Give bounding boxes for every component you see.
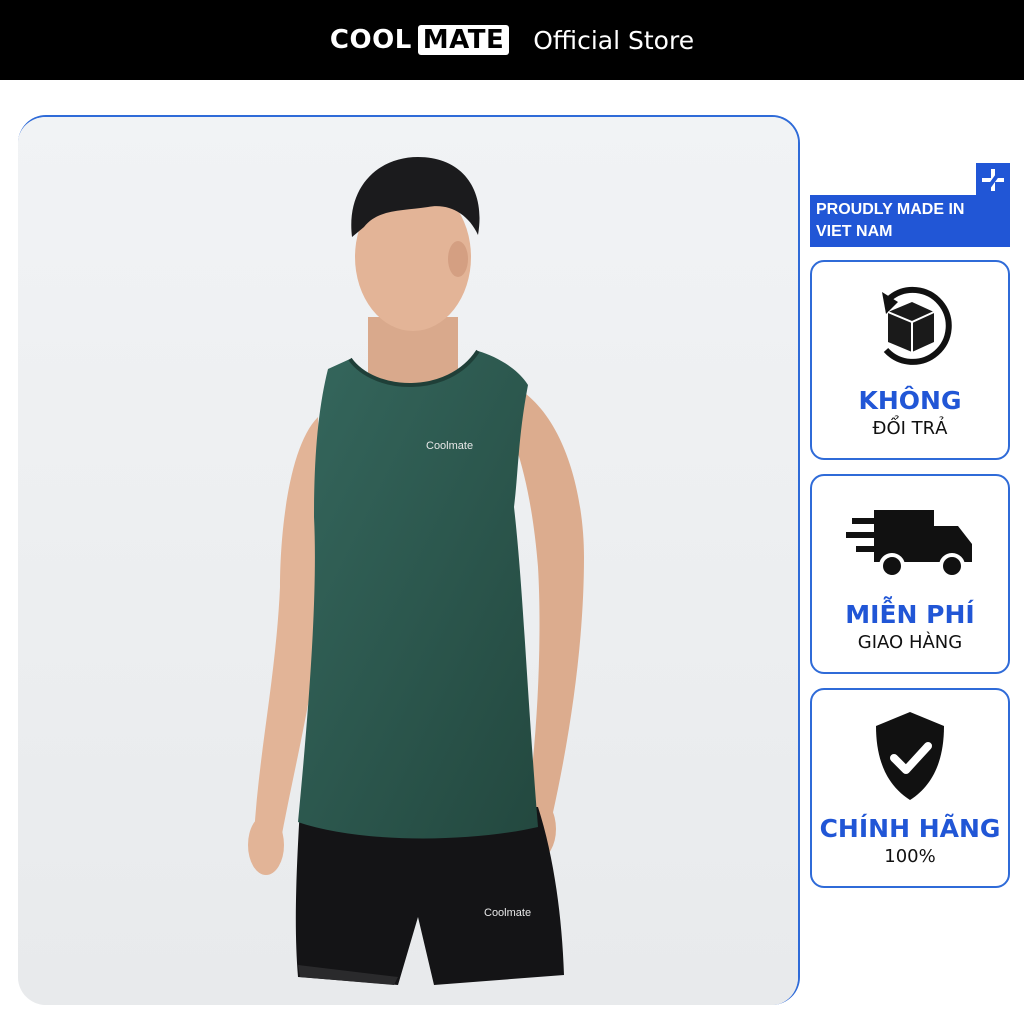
brand-logo[interactable]: COOL MATE: [329, 25, 510, 55]
return-box-icon: [812, 274, 1008, 374]
no-return-title: KHÔNG: [858, 386, 962, 415]
authentic-card: CHÍNH HÃNG 100%: [810, 688, 1010, 888]
no-return-subtitle: ĐỔI TRẢ: [872, 418, 948, 439]
authentic-subtitle: 100%: [884, 846, 936, 867]
free-shipping-subtitle: GIAO HÀNG: [857, 632, 963, 653]
store-header: COOL MATE Official Store: [0, 0, 1024, 80]
shorts-logo: Coolmate: [484, 907, 532, 919]
product-photo[interactable]: Coolmate Coolmate: [18, 115, 800, 1005]
model-illustration: [18, 117, 798, 1005]
made-in-vietnam-badge: PROUDLY MADE IN VIET NAM: [810, 163, 1010, 247]
no-return-card: KHÔNG ĐỔI TRẢ: [810, 260, 1010, 460]
brand-logo-part1: COOL: [329, 25, 412, 55]
store-label: Official Store: [533, 25, 695, 55]
made-in-label: PROUDLY MADE IN VIET NAM: [810, 195, 1010, 247]
authentic-title: CHÍNH HÃNG: [819, 814, 1001, 843]
free-shipping-title: MIỄN PHÍ: [845, 600, 975, 629]
plus-slash-icon: [976, 163, 1010, 197]
shield-check-icon: [812, 702, 1008, 802]
shirt-logo: Coolmate: [426, 440, 474, 452]
free-shipping-card: MIỄN PHÍ GIAO HÀNG: [810, 474, 1010, 674]
delivery-truck-icon: [812, 488, 1008, 588]
brand-logo-part2: MATE: [417, 25, 510, 55]
